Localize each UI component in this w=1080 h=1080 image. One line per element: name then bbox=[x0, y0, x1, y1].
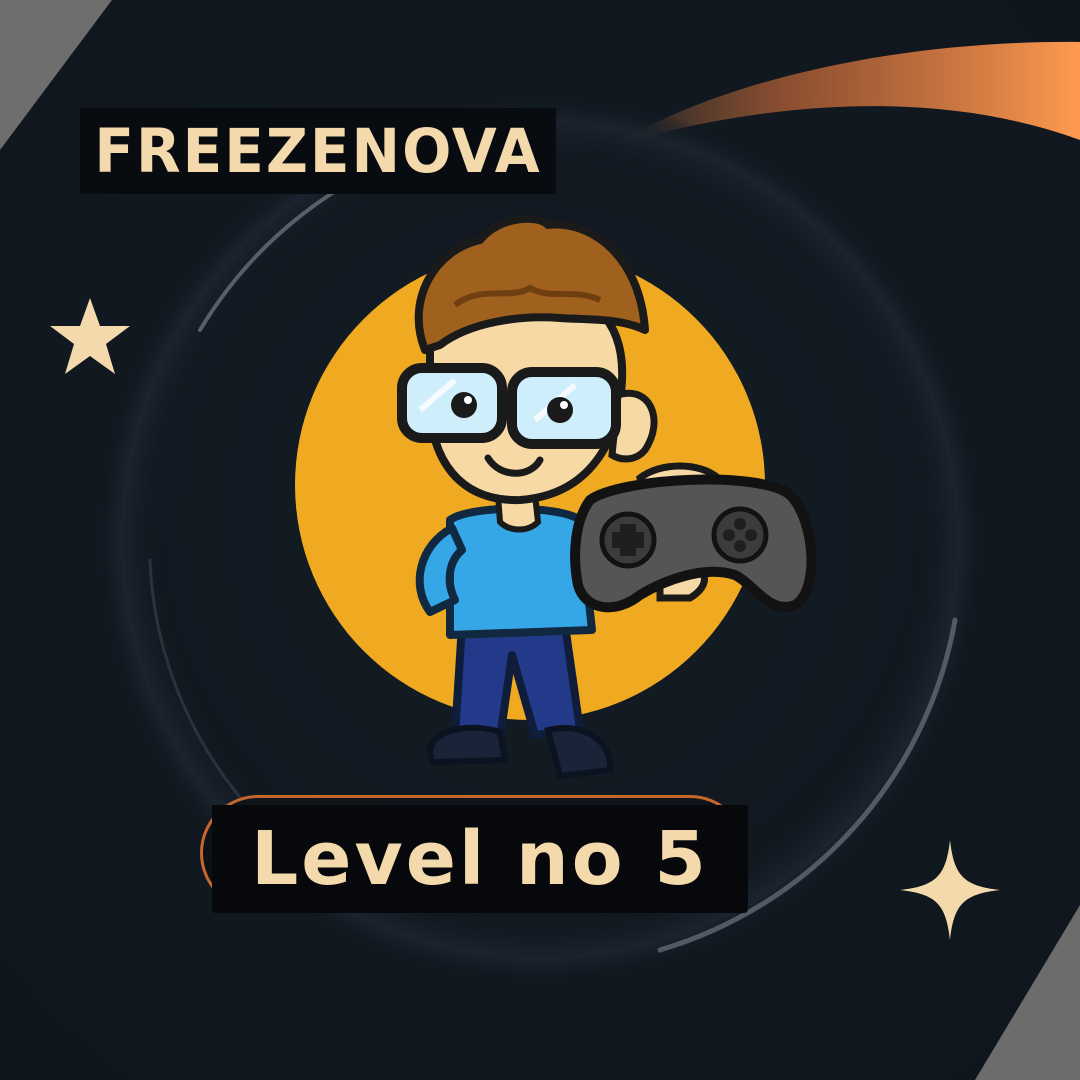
gamer-character-icon bbox=[295, 214, 817, 780]
game-level-card: FREEZENOVA Level no 5 bbox=[0, 0, 1080, 1080]
level-label: Level no 5 bbox=[251, 816, 709, 902]
level-label-box: Level no 5 bbox=[212, 805, 748, 913]
